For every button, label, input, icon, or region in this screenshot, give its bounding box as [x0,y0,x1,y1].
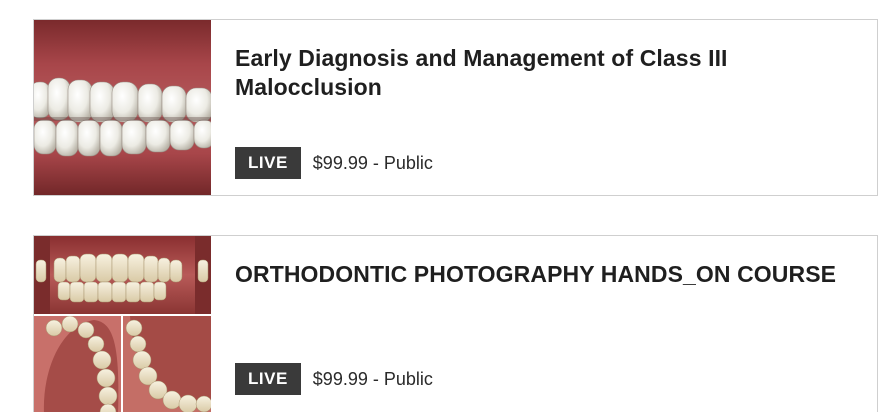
course-meta: LIVE $99.99 - Public [235,147,433,179]
course-price: $99.99 - Public [312,152,433,173]
teeth-closeup-icon [34,20,211,195]
course-title[interactable]: ORTHODONTIC PHOTOGRAPHY HANDS_ON COURSE [235,260,837,289]
course-meta: LIVE $99.99 - Public [235,363,433,395]
course-price: $99.99 - Public [312,368,433,389]
course-card[interactable]: Early Diagnosis and Management of Class … [33,19,878,196]
intraoral-photo-collage-icon [34,236,211,412]
course-thumbnail-teeth[interactable] [34,20,211,195]
live-badge: LIVE [235,363,301,395]
course-list: Early Diagnosis and Management of Class … [0,0,891,412]
course-info: Early Diagnosis and Management of Class … [211,20,877,195]
live-badge: LIVE [235,147,301,179]
course-card[interactable]: ORTHODONTIC PHOTOGRAPHY HANDS_ON COURSE … [33,235,878,412]
course-thumbnail-intraoral[interactable] [34,236,211,412]
course-info: ORTHODONTIC PHOTOGRAPHY HANDS_ON COURSE … [211,236,877,412]
course-title[interactable]: Early Diagnosis and Management of Class … [235,44,837,102]
